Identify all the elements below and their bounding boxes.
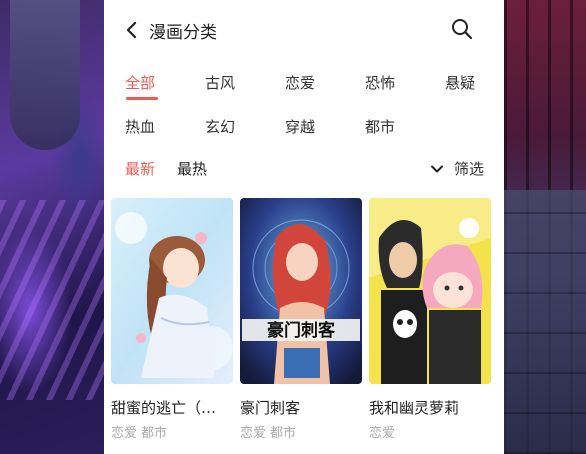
comic-card[interactable]: 豪门刺客 豪门刺客 恋爱 都市 [240, 198, 362, 441]
header-bar: 漫画分类 [104, 0, 504, 60]
genre-tag-gufeng[interactable]: 古风 [205, 72, 235, 93]
comic-tag: 恋爱 [369, 426, 396, 441]
comic-tags: 恋爱 都市 [111, 422, 233, 441]
genre-tag-fantasy[interactable]: 玄幻 [205, 116, 235, 137]
comic-title: 甜蜜的逃亡（… [111, 399, 217, 417]
filter-button[interactable]: 筛选 [430, 158, 484, 179]
page-title: 漫画分类 [149, 23, 217, 43]
comic-tags: 恋爱 都市 [240, 422, 362, 441]
sort-newest[interactable]: 最新 [125, 158, 155, 179]
comic-tag: 恋爱 [240, 426, 267, 441]
background-art-left [0, 0, 104, 454]
comic-tag: 恋爱 [111, 426, 138, 441]
comic-tag: 都市 [270, 426, 297, 441]
comic-tags: 恋爱 [369, 422, 491, 441]
genre-tag-horror[interactable]: 恐怖 [365, 72, 395, 93]
comic-tag: 都市 [141, 426, 168, 441]
genre-tag-timetravel[interactable]: 穿越 [285, 116, 315, 137]
genre-tag-action[interactable]: 热血 [125, 116, 155, 137]
category-panel: 漫画分类 全部 古风 恋爱 恐怖 悬疑 热血 玄幻 穿越 都市 最新 最热 筛选 [104, 0, 504, 454]
cover-title-text: 豪门刺客 [267, 320, 336, 341]
genre-tag-urban[interactable]: 都市 [365, 116, 395, 137]
filter-label: 筛选 [454, 160, 485, 178]
comic-cover[interactable]: 豪门刺客 [240, 198, 362, 384]
chevron-left-icon[interactable] [122, 20, 142, 40]
comic-card[interactable]: 甜蜜的逃亡（… 恋爱 都市 [111, 198, 233, 441]
chevron-down-icon [431, 165, 443, 172]
genre-tag-romance[interactable]: 恋爱 [285, 72, 315, 93]
search-icon[interactable] [450, 17, 474, 41]
comic-title: 豪门刺客 [240, 399, 301, 417]
background-art-right [504, 0, 586, 454]
active-tab-underline [126, 97, 158, 100]
sort-hottest[interactable]: 最热 [177, 158, 207, 179]
comic-card[interactable]: 我和幽灵萝莉 恋爱 [369, 198, 491, 441]
comic-title: 我和幽灵萝莉 [369, 399, 460, 417]
comic-cover[interactable] [111, 198, 233, 384]
comic-cover[interactable] [369, 198, 491, 384]
genre-tag-all[interactable]: 全部 [125, 72, 155, 93]
genre-tag-mystery[interactable]: 悬疑 [445, 72, 475, 93]
